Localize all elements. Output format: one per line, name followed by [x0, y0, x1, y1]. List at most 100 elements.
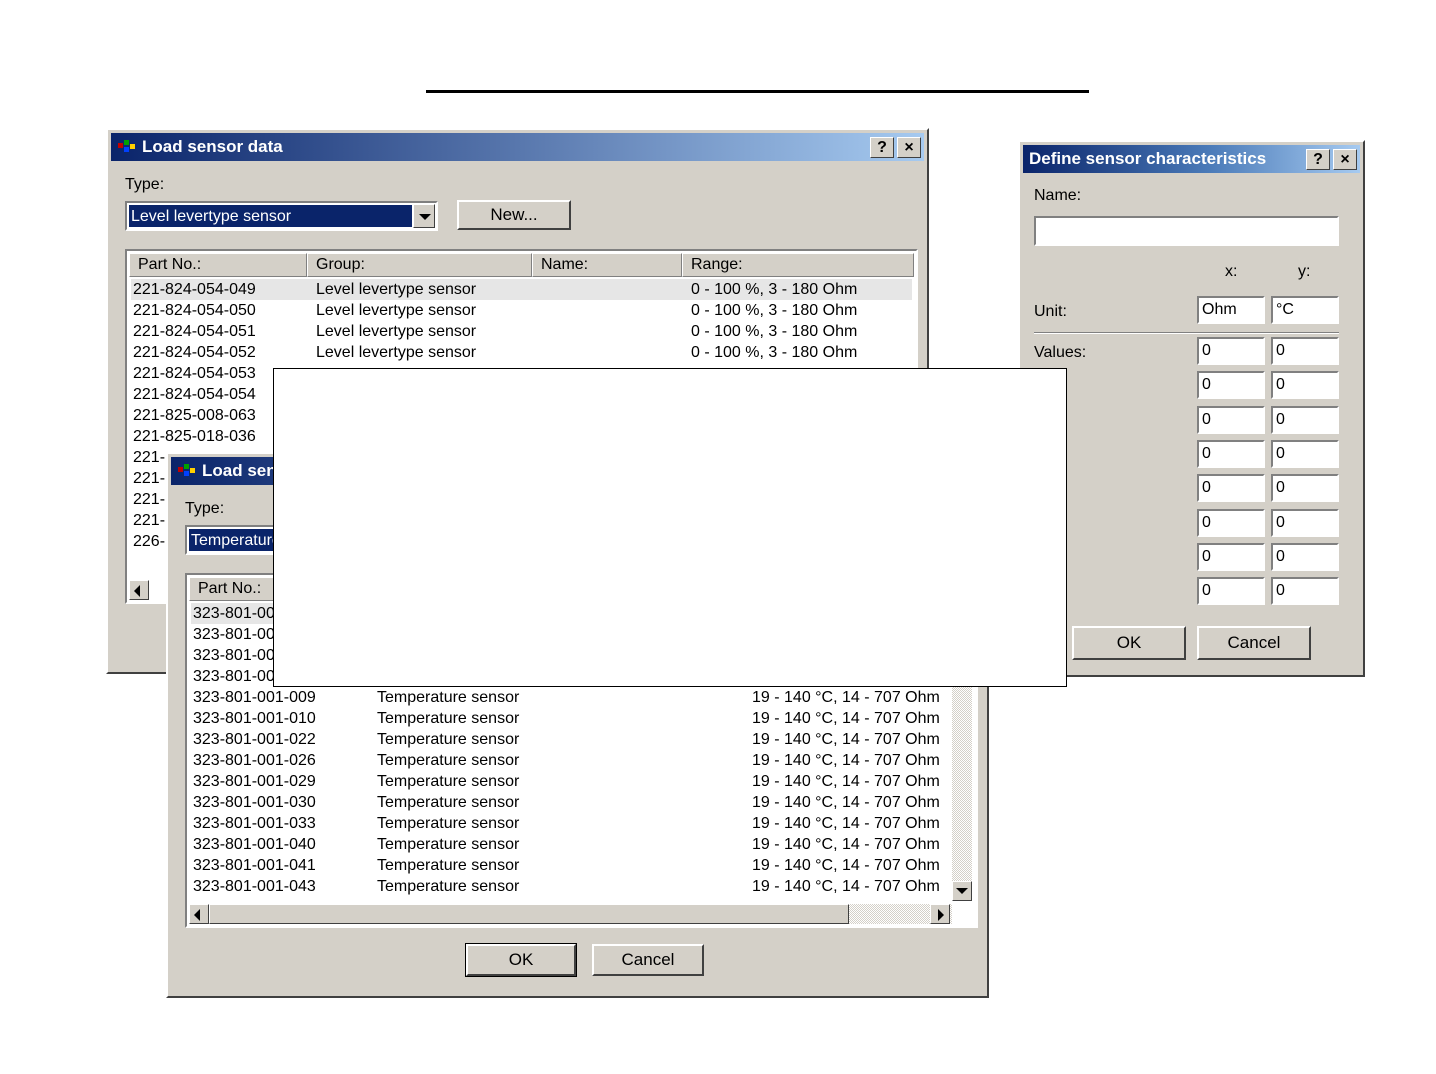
close-button[interactable]: × [1333, 149, 1357, 170]
cell-part: 221-824-054-051 [133, 323, 256, 340]
cell-group: Temperature sensor [377, 689, 520, 706]
ok-button[interactable]: OK [1072, 626, 1186, 660]
table-row[interactable]: 221-824-054-051 Level levertype sensor 0 -… [131, 321, 912, 342]
table-row[interactable]: 323-801-001-026 Temperature sensor 19 - 14… [191, 750, 950, 771]
title-bar[interactable]: Define sensor characteristics ? × [1023, 145, 1360, 173]
value-x-input[interactable]: 0 [1197, 508, 1265, 537]
value-y-input[interactable]: 0 [1271, 474, 1339, 503]
cell-range: 19 - 140 °C, 14 - 707 Ohm [752, 857, 940, 874]
cell-group: Temperature sensor [377, 836, 520, 853]
cell-range: 19 - 140 °C, 14 - 707 Ohm [752, 710, 940, 727]
table-row[interactable]: 323-801-001-040 Temperature sensor 19 - 14… [191, 834, 950, 855]
header-rule [426, 90, 1089, 93]
column-header-name[interactable]: Name: [532, 253, 682, 277]
table-row[interactable]: 221-824-054-052 Level levertype sensor 0 -… [131, 342, 912, 363]
unit-x-input[interactable]: Ohm [1197, 296, 1265, 324]
value-x-input[interactable]: 0 [1197, 337, 1265, 365]
horizontal-scroll-thumb[interactable] [209, 904, 849, 924]
column-header-part-no[interactable]: Part No.: [129, 253, 307, 277]
cell-part: 323-801-001-026 [193, 752, 316, 769]
column-header-group[interactable]: Group: [307, 253, 532, 277]
name-input[interactable] [1034, 216, 1339, 246]
value-y-input[interactable]: 0 [1271, 577, 1339, 606]
cell-range: 0 - 100 %, 3 - 180 Ohm [691, 344, 858, 361]
table-row[interactable]: 323-801-001-029 Temperature sensor 19 - 14… [191, 771, 950, 792]
value-y-input[interactable]: 0 [1271, 371, 1339, 400]
table-row[interactable]: 323-801-001-010 Temperature sensor 19 - 14… [191, 708, 950, 729]
cell-part: 221- [133, 449, 166, 466]
cell-range: 19 - 140 °C, 14 - 707 Ohm [752, 689, 940, 706]
app-icon [117, 138, 139, 154]
cell-part: 323-801-001-029 [193, 773, 316, 790]
name-label: Name: [1034, 187, 1082, 204]
type-label: Type: [185, 500, 225, 517]
table-row[interactable]: 323-801-001-033 Temperature sensor 19 - 14… [191, 813, 950, 834]
cell-part: 323-801-001-041 [193, 857, 316, 874]
title-bar[interactable]: Load sensor data ? × [111, 133, 924, 161]
type-label: Type: [125, 176, 165, 193]
ok-button[interactable]: OK [465, 943, 577, 977]
cell-range: 0 - 100 %, 3 - 180 Ohm [691, 323, 858, 340]
y-column-label: y: [1298, 263, 1311, 280]
scroll-down-button[interactable] [952, 881, 972, 901]
values-label: Values: [1034, 344, 1087, 361]
type-combobox[interactable]: Level levertype sensor [125, 201, 438, 231]
x-column-label: x: [1225, 263, 1238, 280]
define-sensor-characteristics-dialog: Define sensor characteristics ? × Name: … [1018, 140, 1365, 677]
scroll-right-button[interactable] [930, 904, 950, 924]
value-x-input[interactable]: 0 [1197, 474, 1265, 503]
cell-group: Temperature sensor [377, 794, 520, 811]
value-x-input[interactable]: 0 [1197, 371, 1265, 400]
new-button[interactable]: New... [457, 200, 571, 230]
help-button[interactable]: ? [1306, 149, 1330, 170]
cell-group: Temperature sensor [377, 857, 520, 874]
help-button[interactable]: ? [870, 137, 894, 158]
table-row[interactable]: 221-824-054-049 Level levertype sensor 0 -… [131, 279, 912, 300]
cell-range: 19 - 140 °C, 14 - 707 Ohm [752, 836, 940, 853]
dropdown-arrow-icon[interactable] [413, 204, 435, 228]
scroll-left-button[interactable] [189, 904, 209, 924]
cell-range: 19 - 140 °C, 14 - 707 Ohm [752, 773, 940, 790]
table-row[interactable]: 323-801-001-030 Temperature sensor 19 - 14… [191, 792, 950, 813]
cancel-button[interactable]: Cancel [592, 944, 704, 976]
cell-range: 19 - 140 °C, 14 - 707 Ohm [752, 815, 940, 832]
cell-group: Temperature sensor [377, 878, 520, 895]
cell-range: 19 - 140 °C, 14 - 707 Ohm [752, 731, 940, 748]
value-y-input[interactable]: 0 [1271, 405, 1339, 434]
cell-part: 221-824-054-052 [133, 344, 256, 361]
cell-part: 221- [133, 470, 166, 487]
cell-range: 19 - 140 °C, 14 - 707 Ohm [752, 794, 940, 811]
cell-part: 221-824-054-053 [133, 365, 256, 382]
cell-group: Temperature sensor [377, 815, 520, 832]
table-row[interactable]: 323-801-001-009 Temperature sensor 19 - 14… [191, 687, 950, 708]
separator [1034, 332, 1339, 334]
value-x-input[interactable]: 0 [1197, 405, 1265, 434]
table-row[interactable]: 323-801-001-043 Temperature sensor 19 - 14… [191, 876, 950, 897]
value-y-input[interactable]: 0 [1271, 337, 1339, 365]
cell-part: 221-824-054-054 [133, 386, 256, 403]
table-row[interactable]: 221-824-054-050 Level levertype sensor 0 -… [131, 300, 912, 321]
value-y-input[interactable]: 0 [1271, 508, 1339, 537]
cell-part: 221-824-054-050 [133, 302, 256, 319]
table-row[interactable]: 323-801-001-041 Temperature sensor 19 - 14… [191, 855, 950, 876]
blank-overlay-panel [273, 368, 1067, 687]
value-x-input[interactable]: 0 [1197, 439, 1265, 468]
value-x-input[interactable]: 0 [1197, 577, 1265, 606]
cell-range: 0 - 100 %, 3 - 180 Ohm [691, 302, 858, 319]
unit-y-input[interactable]: °C [1271, 296, 1339, 324]
cancel-button[interactable]: Cancel [1197, 626, 1311, 660]
value-y-input[interactable]: 0 [1271, 439, 1339, 468]
cell-part: 323-801-001-010 [193, 710, 316, 727]
cell-part: 221-824-054-049 [133, 281, 256, 298]
cell-part: 323-801-001-040 [193, 836, 316, 853]
cell-part: 221-825-008-063 [133, 407, 256, 424]
cell-group: Level levertype sensor [316, 281, 477, 298]
scroll-left-button[interactable] [129, 580, 149, 600]
value-y-input[interactable]: 0 [1271, 542, 1339, 571]
column-header-range[interactable]: Range: [682, 253, 914, 277]
value-x-input[interactable]: 0 [1197, 542, 1265, 571]
close-button[interactable]: × [897, 137, 921, 158]
table-row[interactable]: 323-801-001-022 Temperature sensor 19 - 14… [191, 729, 950, 750]
cell-range: 0 - 100 %, 3 - 180 Ohm [691, 281, 858, 298]
app-icon [177, 462, 199, 478]
